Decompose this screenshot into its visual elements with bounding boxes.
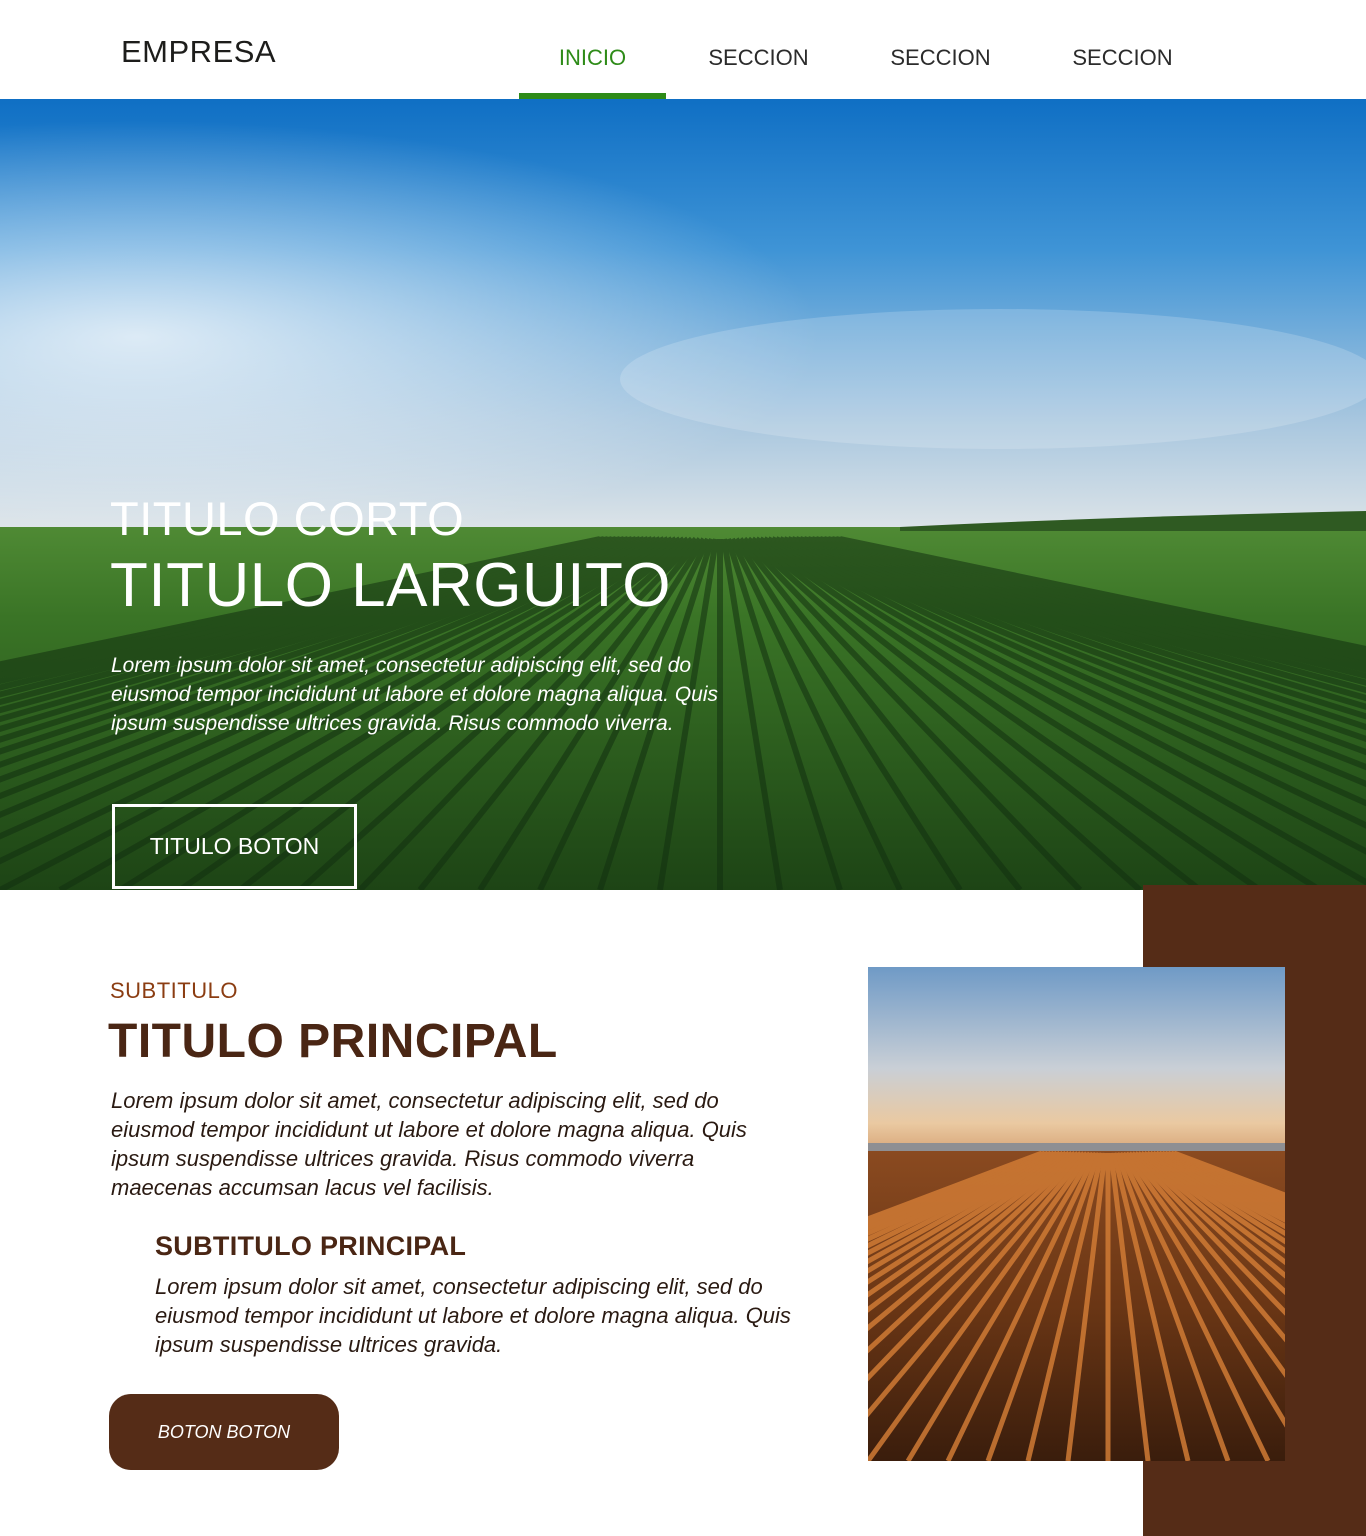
nav-item-inicio[interactable]: INICIO xyxy=(519,0,666,99)
section-title: TITULO PRINCIPAL xyxy=(108,1015,558,1068)
logo[interactable]: EMPRESA xyxy=(121,34,276,70)
hero-title-long: TITULO LARGUITO xyxy=(110,551,671,620)
hero-banner: TITULO CORTO TITULO LARGUITO Lorem ipsum… xyxy=(0,99,1366,890)
section-body-text: Lorem ipsum dolor sit amet, consectetur … xyxy=(111,1088,747,1200)
nav-item-seccion-2[interactable]: SECCION xyxy=(872,0,1009,99)
hero-title-short: TITULO CORTO xyxy=(110,492,465,545)
nav-item-label: INICIO xyxy=(558,45,627,70)
nav-item-label: SECCION xyxy=(1072,45,1173,70)
nav-item-seccion-1[interactable]: SECCION xyxy=(690,0,827,99)
sub-heading: SUBTITULO PRINCIPAL xyxy=(155,1231,467,1261)
hero-description: Lorem ipsum dolor sit amet, consectetur … xyxy=(111,654,719,735)
sub-body-text: Lorem ipsum dolor sit amet, consectetur … xyxy=(155,1274,791,1357)
hero-cta-button[interactable]: TITULO BOTON xyxy=(112,804,357,889)
top-nav: EMPRESA INICIO SECCION SECCION SECCION xyxy=(0,0,1366,99)
section-subtitle: SUBTITULO xyxy=(110,978,238,1003)
plowed-field-image xyxy=(868,967,1285,1461)
nav-item-seccion-3[interactable]: SECCION xyxy=(1054,0,1191,99)
nav-item-label: SECCION xyxy=(708,45,809,70)
section-cta-button[interactable]: BOTON BOTON xyxy=(109,1394,339,1470)
nav-item-label: SECCION xyxy=(890,45,991,70)
